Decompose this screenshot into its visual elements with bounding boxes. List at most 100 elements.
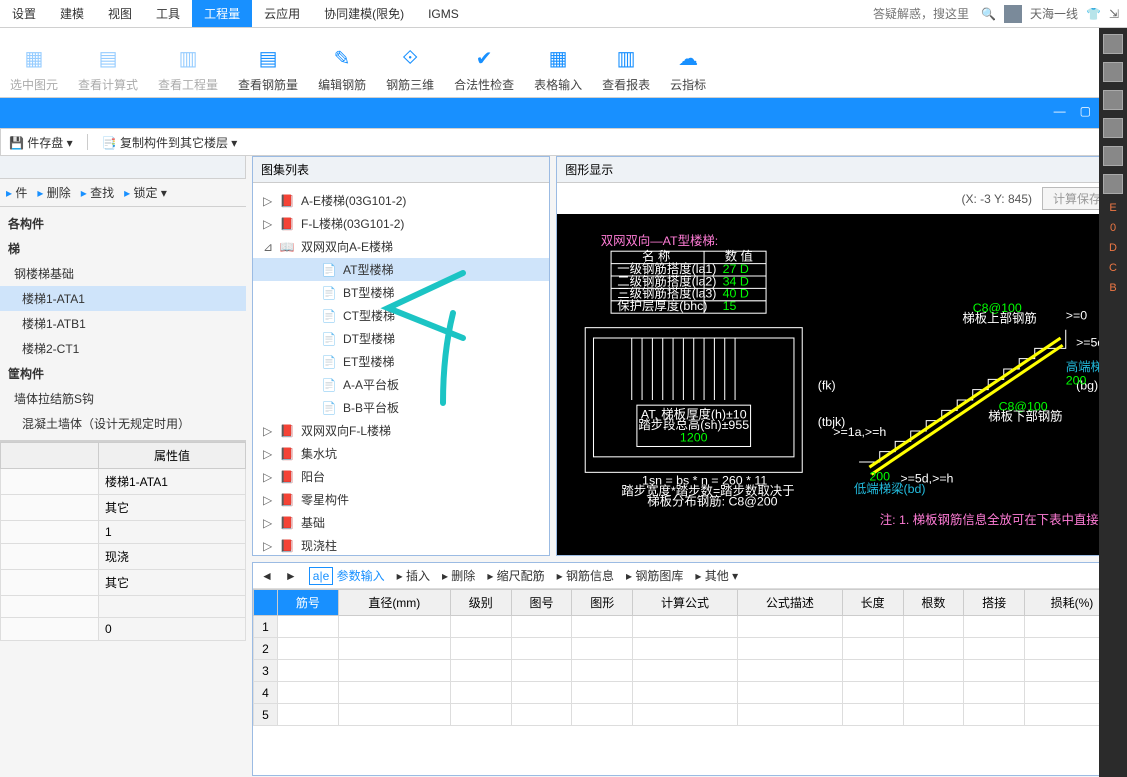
svg-text:200: 200 [1066, 374, 1087, 388]
col-index[interactable] [254, 590, 278, 616]
view-cubes-strip: E0DCB [1099, 28, 1127, 777]
ribbon-编辑钢筋[interactable]: ✎编辑钢筋 [308, 32, 376, 93]
ribbon-查看工程量: ▥查看工程量 [148, 32, 228, 93]
rebar-tool-参数输入[interactable]: a|e 参数输入 [309, 567, 385, 584]
ribbon-云指标[interactable]: ☁云指标 [660, 32, 716, 93]
tree-基础[interactable]: ▷📕基础 [253, 511, 549, 534]
ribbon-查看报表[interactable]: ▥查看报表 [592, 32, 660, 93]
nav-各构件[interactable]: 各构件 [0, 211, 246, 236]
tree-双网双向A-E楼梯[interactable]: ⊿📖双网双向A-E楼梯 [253, 235, 549, 258]
menu-IGMS[interactable]: IGMS [416, 0, 471, 27]
bell-icon[interactable]: ⇲ [1109, 7, 1119, 21]
col-图形[interactable]: 图形 [572, 590, 633, 616]
view-cube-2[interactable] [1103, 90, 1123, 110]
menu-协同建模(限免)[interactable]: 协同建模(限免) [312, 0, 416, 27]
menu-工具[interactable]: 工具 [144, 0, 192, 27]
svg-text:200: 200 [870, 470, 891, 484]
tree-零星构件[interactable]: ▷📕零星构件 [253, 488, 549, 511]
ribbon-合法性检查[interactable]: ✔合法性检查 [444, 32, 524, 93]
nav-楼梯1-ATA1[interactable]: 楼梯1-ATA1 [0, 286, 246, 311]
tree-CT型楼梯[interactable]: 📄CT型楼梯 [253, 304, 549, 327]
axis-mark-C: C [1109, 262, 1117, 274]
ribbon-钢筋三维[interactable]: ⟐钢筋三维 [376, 32, 444, 93]
copy-component[interactable]: 📑 复制构件到其它楼层 ▾ [102, 134, 238, 151]
tree-A-A平台板[interactable]: 📄A-A平台板 [253, 373, 549, 396]
nav-楼梯2-CT1[interactable]: 楼梯2-CT1 [0, 336, 246, 361]
arrow-left-icon[interactable]: ◄ [261, 569, 273, 583]
tool-删除[interactable]: ▸ 删除 [37, 184, 70, 201]
search-icon[interactable]: 🔍 [981, 7, 996, 21]
save-component[interactable]: 💾 件存盘 ▾ [9, 134, 73, 151]
tree-阳台[interactable]: ▷📕阳台 [253, 465, 549, 488]
tree-DT型楼梯[interactable]: 📄DT型楼梯 [253, 327, 549, 350]
axis-mark-0: 0 [1110, 222, 1116, 234]
rebar-tool-其他 ▾[interactable]: ▸ 其他 ▾ [695, 567, 738, 584]
tree-ET型楼梯[interactable]: 📄ET型楼梯 [253, 350, 549, 373]
col-搭接[interactable]: 搭接 [964, 590, 1025, 616]
svg-text:梯板下部钢筋: 梯板下部钢筋 [988, 409, 1062, 424]
nav-梯[interactable]: 梯 [0, 236, 246, 261]
menu-工程量[interactable]: 工程量 [192, 0, 252, 27]
col-公式描述[interactable]: 公式描述 [737, 590, 842, 616]
tree-A-E楼梯(03G101-2)[interactable]: ▷📕A-E楼梯(03G101-2) [253, 189, 549, 212]
rebar-tool-删除[interactable]: ▸ 删除 [442, 567, 475, 584]
nav-钢楼梯基础[interactable]: 钢楼梯基础 [0, 261, 246, 286]
svg-text:1200: 1200 [680, 430, 708, 444]
view-cube-3[interactable] [1103, 118, 1123, 138]
tool-查找[interactable]: ▸ 查找 [81, 184, 114, 201]
col-长度[interactable]: 长度 [842, 590, 903, 616]
svg-text:15: 15 [723, 299, 737, 313]
ribbon-查看钢筋量[interactable]: ▤查看钢筋量 [228, 32, 308, 93]
graphic-title: 图形显示 [557, 157, 1120, 183]
svg-text:(fk): (fk) [818, 379, 836, 393]
arrow-right-icon[interactable]: ► [285, 569, 297, 583]
nav-墙体拉结筋S钩[interactable]: 墙体拉结筋S钩 [0, 386, 246, 411]
col-直径(mm)[interactable]: 直径(mm) [338, 590, 450, 616]
nav-混凝土墙体（设计无规定时用）[interactable]: 混凝土墙体（设计无规定时用） [0, 411, 246, 436]
col-图号[interactable]: 图号 [511, 590, 572, 616]
tree-F-L楼梯(03G101-2)[interactable]: ▷📕F-L楼梯(03G101-2) [253, 212, 549, 235]
tree-现浇柱[interactable]: ▷📕现浇柱 [253, 534, 549, 555]
rebar-tool-缩尺配筋[interactable]: ▸ 缩尺配筋 [487, 567, 544, 584]
svg-text:>=5d,>=h: >=5d,>=h [901, 472, 954, 486]
tree-BT型楼梯[interactable]: 📄BT型楼梯 [253, 281, 549, 304]
col-级别[interactable]: 级别 [450, 590, 511, 616]
maximize-icon[interactable]: ▢ [1080, 104, 1091, 118]
cursor-coord: (X: -3 Y: 845) [962, 192, 1032, 206]
nav-筐构件[interactable]: 筐构件 [0, 361, 246, 386]
help-search[interactable] [873, 7, 973, 21]
menu-建模[interactable]: 建模 [48, 0, 96, 27]
col-筋号[interactable]: 筋号 [278, 590, 339, 616]
tree-list-title: 图集列表 [253, 157, 549, 183]
rebar-tool-钢筋图库[interactable]: ▸ 钢筋图库 [626, 567, 683, 584]
skin-icon[interactable]: 👕 [1086, 7, 1101, 21]
tree-双网双向F-L楼梯[interactable]: ▷📕双网双向F-L楼梯 [253, 419, 549, 442]
nav-楼梯1-ATB1[interactable]: 楼梯1-ATB1 [0, 311, 246, 336]
axis-mark-E: E [1109, 202, 1116, 214]
tree-集水坑[interactable]: ▷📕集水坑 [253, 442, 549, 465]
svg-text:梯板上部钢筋: 梯板上部钢筋 [963, 311, 1037, 326]
tool-锁定 ▾[interactable]: ▸ 锁定 ▾ [124, 184, 167, 201]
tool-件[interactable]: ▸ 件 [6, 184, 27, 201]
view-cube-4[interactable] [1103, 146, 1123, 166]
menu-视图[interactable]: 视图 [96, 0, 144, 27]
rebar-table[interactable]: 筋号直径(mm)级别图号图形计算公式公式描述长度根数搭接损耗(%) 12345 [253, 589, 1120, 726]
component-tree: 各构件梯钢楼梯基础楼梯1-ATA1楼梯1-ATB1楼梯2-CT1筐构件墙体拉结筋… [0, 207, 246, 441]
rebar-tool-插入[interactable]: ▸ 插入 [397, 567, 430, 584]
ribbon-表格输入[interactable]: ▦表格输入 [524, 32, 592, 93]
col-根数[interactable]: 根数 [903, 590, 964, 616]
avatar[interactable] [1004, 5, 1022, 23]
col-计算公式[interactable]: 计算公式 [633, 590, 738, 616]
rebar-tool-钢筋信息[interactable]: ▸ 钢筋信息 [557, 567, 614, 584]
menu-云应用[interactable]: 云应用 [252, 0, 312, 27]
view-cube-0[interactable] [1103, 34, 1123, 54]
tree-B-B平台板[interactable]: 📄B-B平台板 [253, 396, 549, 419]
view-cube-1[interactable] [1103, 62, 1123, 82]
menu-设置[interactable]: 设置 [0, 0, 48, 27]
tree-AT型楼梯[interactable]: 📄AT型楼梯 [253, 258, 549, 281]
drawing-viewer[interactable]: 双网双向—AT型楼梯: 名 称 数 值 一级钢筋搭度(la1)27 D二级钢筋搭… [557, 214, 1120, 555]
sub-toolbar: 💾 件存盘 ▾ 📑 复制构件到其它楼层 ▾ [0, 128, 1127, 156]
left-head [0, 156, 246, 179]
minimize-icon[interactable]: — [1054, 104, 1066, 118]
view-cube-5[interactable] [1103, 174, 1123, 194]
